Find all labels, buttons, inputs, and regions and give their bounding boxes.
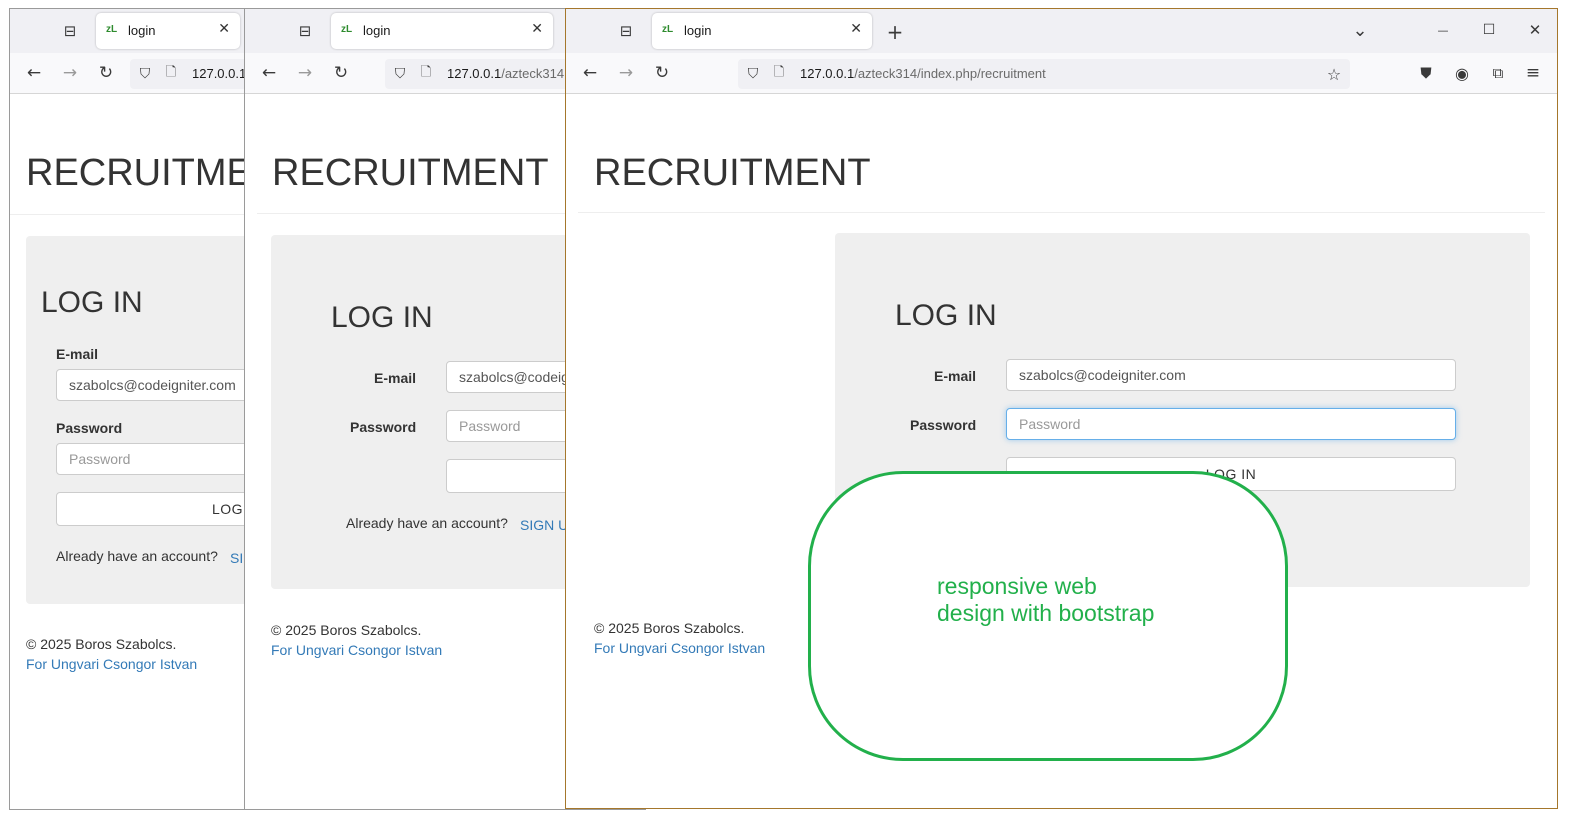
forward-icon[interactable]: → [295,63,315,83]
back-icon[interactable]: ← [580,63,600,83]
new-tab-icon[interactable]: + [884,20,906,44]
url-text: 127.0.0.1/azteck314 [447,66,565,81]
url-text: 127.0.0.1, [192,66,250,81]
form-title: LOG IN [41,286,143,319]
url-text: 127.0.0.1/azteck314/index.php/recruitmen… [800,66,1046,81]
tab-login[interactable]: zL login ✕ [652,13,872,49]
annotation-line-2: design with bootstrap [937,600,1155,626]
form-title: LOG IN [895,299,997,332]
signup-link[interactable]: SIGN U [520,517,568,533]
annotation-line-1: responsive web [937,573,1097,599]
credit-link[interactable]: For Ungvari Csongor Istvan [271,642,442,658]
tab-groups-icon[interactable]: ⊟ [60,21,80,41]
copyright: © 2025 Boros Szabolcs. [26,636,177,652]
forward-icon[interactable]: → [616,63,636,83]
shield-icon[interactable]: ⛉ [744,65,762,83]
email-label: E-mail [934,368,977,384]
tab-title: login [363,23,391,38]
account-prompt: Already have an account? [56,548,218,564]
page-title: RECRUITMEN [26,152,280,194]
credit-link[interactable]: For Ungvari Csongor Istvan [594,640,765,656]
password-field[interactable] [1006,408,1456,440]
reload-icon[interactable]: ↻ [652,63,672,83]
tab-groups-icon[interactable]: ⊟ [616,21,636,41]
password-label: Password [56,420,123,436]
tab-login[interactable]: zL login ✕ [331,13,553,49]
tab-groups-icon[interactable]: ⊟ [295,21,315,41]
url-bar[interactable]: ⛉ 🗋 127.0.0.1/azteck314/index.php/recrui… [738,59,1350,89]
favicon-icon: zL [662,24,674,35]
page-title: RECRUITMENT [594,152,871,194]
page-title: RECRUITMENT [272,152,549,194]
tab-bar: ⊟ zL login ✕ + ⌄ — ☐ ✕ [566,9,1557,53]
divider [578,212,1545,213]
copyright: © 2025 Boros Szabolcs. [271,622,422,638]
bookmark-star-icon[interactable]: ☆ [1324,64,1344,84]
close-tab-icon[interactable]: ✕ [531,21,543,37]
back-icon[interactable]: ← [24,63,44,83]
forward-icon[interactable]: → [60,63,80,83]
reload-icon[interactable]: ↻ [96,63,116,83]
shield-icon[interactable]: ⛉ [391,65,409,83]
account-icon[interactable]: ◉ [1452,63,1472,83]
shield-icon[interactable]: ⛉ [136,65,154,83]
form-title: LOG IN [331,301,433,334]
extensions-icon[interactable]: ⧉ [1488,63,1508,83]
credit-link[interactable]: For Ungvari Csongor Istvan [26,656,197,672]
tab-title: login [684,23,712,38]
maximize-icon[interactable]: ☐ [1478,19,1500,41]
nav-toolbar: ← → ↻ ⛉ 🗋 127.0.0.1/azteck314/index.php/… [566,53,1557,94]
copyright: © 2025 Boros Szabolcs. [594,620,745,636]
page-icon: 🗋 [165,65,177,80]
favicon-icon: zL [106,24,118,35]
tab-title: login [128,23,156,38]
tab-login[interactable]: zL login ✕ [96,13,240,49]
favicon-icon: zL [341,24,353,35]
signup-link[interactable]: SI [230,550,243,566]
account-prompt: Already have an account? [346,515,508,531]
close-tab-icon[interactable]: ✕ [218,21,230,37]
menu-icon[interactable]: ≡ [1523,63,1543,83]
close-tab-icon[interactable]: ✕ [850,21,862,37]
password-label: Password [350,419,417,435]
password-label: Password [910,417,977,433]
back-icon[interactable]: ← [259,63,279,83]
page-icon: 🗋 [420,65,432,80]
email-field[interactable] [1006,359,1456,391]
email-label: E-mail [56,346,99,362]
close-window-icon[interactable]: ✕ [1524,19,1546,41]
tab-list-icon[interactable]: ⌄ [1349,19,1371,41]
email-label: E-mail [374,370,417,386]
page-icon: 🗋 [773,65,785,80]
reload-icon[interactable]: ↻ [331,63,351,83]
annotation-text: responsive web design with bootstrap [937,573,1154,627]
minimize-icon[interactable]: — [1432,19,1454,41]
pocket-icon[interactable]: ⛊ [1416,63,1436,83]
